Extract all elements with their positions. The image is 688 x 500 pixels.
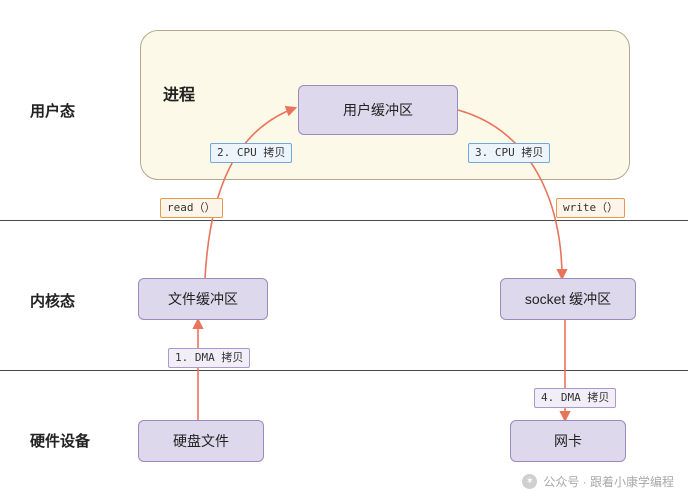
- tag-write-call: write（）: [556, 198, 625, 218]
- tag-step-2: 2. CPU 拷贝: [210, 143, 292, 163]
- box-file-buffer: 文件缓冲区: [138, 278, 268, 320]
- wechat-icon: ✶: [522, 474, 537, 489]
- box-disk: 硬盘文件: [138, 420, 264, 462]
- layer-label-hw: 硬件设备: [30, 430, 90, 451]
- box-nic: 网卡: [510, 420, 626, 462]
- tag-step-4: 4. DMA 拷贝: [534, 388, 616, 408]
- tag-step-1: 1. DMA 拷贝: [168, 348, 250, 368]
- tag-read-call: read（）: [160, 198, 223, 218]
- layer-label-kernel: 内核态: [30, 290, 75, 311]
- watermark-text: 公众号 · 跟着小康学编程: [543, 473, 674, 490]
- box-user-buffer: 用户缓冲区: [298, 85, 458, 135]
- process-title: 进程: [163, 81, 195, 105]
- tag-step-3: 3. CPU 拷贝: [468, 143, 550, 163]
- divider-kernel-hw: [0, 370, 688, 371]
- divider-user-kernel: [0, 220, 688, 221]
- box-socket-buffer: socket 缓冲区: [500, 278, 636, 320]
- layer-label-user: 用户态: [30, 100, 75, 121]
- watermark: ✶ 公众号 · 跟着小康学编程: [522, 473, 674, 490]
